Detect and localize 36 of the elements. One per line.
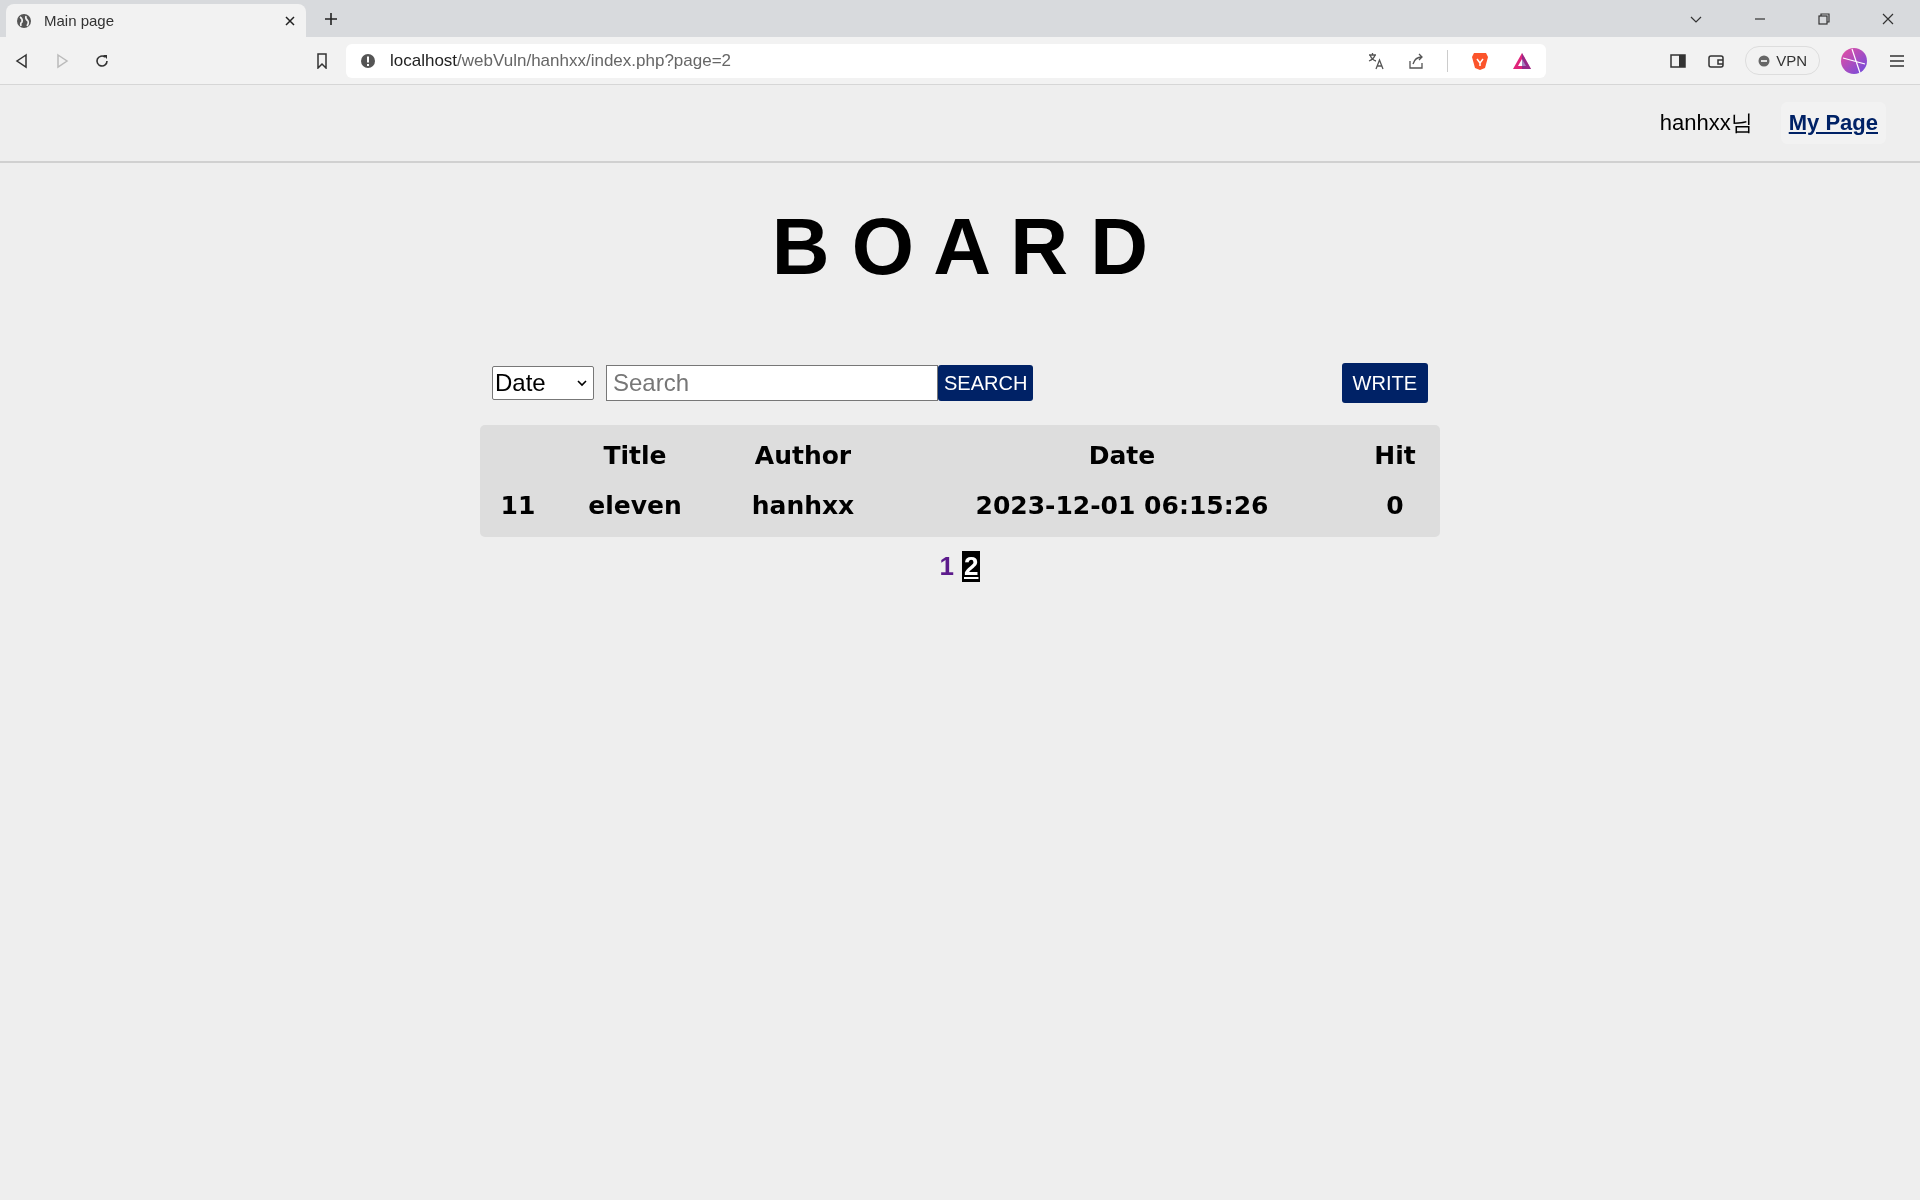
sidebar-icon[interactable]: [1669, 51, 1688, 70]
page-link[interactable]: 1: [939, 551, 954, 582]
search-button[interactable]: SEARCH: [938, 365, 1034, 401]
tab-title: Main page: [44, 12, 116, 29]
new-tab-icon[interactable]: [324, 11, 338, 26]
profile-avatar-icon[interactable]: [1840, 46, 1868, 75]
vpn-button[interactable]: VPN: [1745, 46, 1820, 75]
chevron-down-icon: [577, 378, 587, 388]
table-cell-text: 0: [1385, 490, 1405, 522]
search-field[interactable]: Search: [606, 365, 938, 401]
table-cell-text: hanhxx: [750, 490, 856, 522]
share-icon[interactable]: [1407, 51, 1425, 70]
column-header: Author: [753, 440, 853, 472]
close-icon[interactable]: [1882, 12, 1894, 25]
browser-tab[interactable]: Main page: [6, 4, 306, 37]
page-link[interactable]: 2: [962, 551, 981, 582]
reload-icon[interactable]: [94, 52, 110, 69]
back-icon[interactable]: [14, 52, 30, 69]
column-header: Hit: [1373, 440, 1417, 472]
column-header: Title: [602, 440, 668, 472]
table-cell-text: eleven: [587, 490, 683, 522]
user-greeting: hanhxx님: [1659, 109, 1753, 137]
bookmark-icon[interactable]: [314, 52, 330, 69]
table-cell-text: 11: [499, 490, 537, 522]
column-header: Date: [1087, 440, 1157, 472]
restore-icon[interactable]: [1818, 12, 1830, 25]
my-page-link[interactable]: My Page: [1780, 102, 1886, 144]
table-cell-text: 2023-12-01 06:15:26: [974, 490, 1270, 522]
translate-icon[interactable]: [1367, 51, 1385, 70]
minus-circle-icon: [1758, 54, 1771, 67]
address-bar[interactable]: localhost/webVuln/hanhxx/index.php?page=2: [346, 43, 1546, 78]
board-title: B O A R D: [770, 201, 1150, 293]
close-icon[interactable]: [284, 14, 296, 27]
write-button[interactable]: WRITE: [1341, 363, 1428, 403]
search-field-select[interactable]: Date: [492, 366, 594, 400]
info-icon: [360, 52, 376, 69]
